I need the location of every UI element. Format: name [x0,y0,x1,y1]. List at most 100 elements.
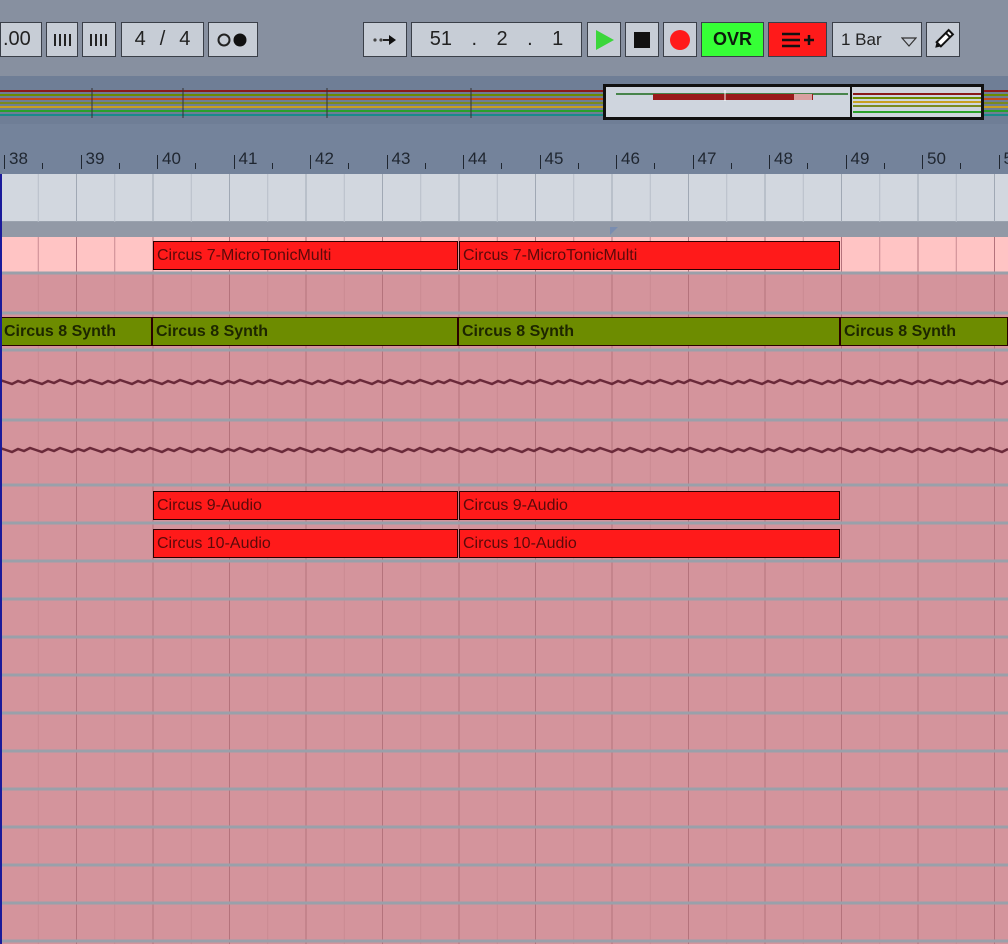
ruler-bar-label: 44 [468,149,487,168]
ruler-half-tick [348,163,350,169]
arrangement-overview[interactable] [0,76,1008,124]
meter-denominator: 4 [179,28,191,50]
session-record-icon [781,32,814,47]
play-icon [596,29,614,50]
draw-mode-icon [935,28,955,48]
quantize-menu[interactable]: 1 Bar [832,22,922,57]
clip[interactable]: Circus 8 Synth [0,317,152,346]
tap-icon [54,33,71,46]
clip-name: Circus 10-Audio [157,535,271,552]
session-record-button[interactable] [768,22,827,57]
ruler-bar-tick [157,155,158,169]
meter-numerator: 4 [134,28,146,50]
clip-name: Circus 9-Audio [157,497,262,514]
quantize-value: 1 Bar [841,29,882,49]
clip[interactable]: Circus 8 Synth [840,317,1008,346]
lane-divider [0,222,1008,237]
ovr-label: OVR [712,29,752,49]
clip[interactable]: Circus 8 Synth [152,317,458,346]
chevron-down-icon [901,37,917,47]
ruler-half-tick [807,163,809,169]
ruler-bar-tick [80,155,82,169]
clip-name: Circus 7-MicroTonicMulti [157,247,332,264]
stop-icon [634,31,650,48]
clip[interactable]: Circus 10-Audio [153,529,458,558]
position-sep: . [527,28,533,50]
follow-icon [373,34,396,45]
ruler-half-tick [118,163,120,169]
overdub-button[interactable]: OVR [701,22,764,57]
clip[interactable]: Circus 9-Audio [459,491,840,520]
clip-name: Circus 8 Synth [844,323,957,340]
position-beat: 2 [496,28,508,50]
draw-mode-button[interactable] [926,22,960,57]
clip-name: Circus 8 Synth [156,323,269,340]
ruler-bar-label: 42 [315,149,334,168]
ruler-half-tick [577,163,579,169]
record-button[interactable] [663,22,697,57]
insert-marker [0,174,2,944]
tap-tempo-button[interactable] [46,22,78,57]
position-sixteenth: 1 [552,28,564,50]
ruler-bar-tick [692,155,694,169]
ruler-bar-label: 39 [85,149,105,168]
ruler-bar-label: 49 [850,149,870,168]
ruler-bar-label: 45 [544,149,564,168]
clip[interactable]: Circus 8 Synth [458,317,840,346]
ruler-bar-label: 46 [621,149,640,168]
ruler-bar-tick [233,155,235,169]
nudge-button[interactable] [82,22,116,57]
ruler-bar-tick [539,155,541,169]
ruler-bar-label: 47 [697,149,717,168]
locator-lane[interactable] [0,174,1008,222]
overview-viewport[interactable] [603,84,984,120]
ruler-half-tick [654,163,656,169]
metronome-button[interactable] [208,22,258,57]
ruler-bar-tick [386,155,388,169]
clip-name: Circus 10-Audio [463,535,577,552]
ruler-half-tick [424,163,426,169]
clip-name: Circus 8 Synth [4,323,117,340]
clip-name: Circus 7-MicroTonicMulti [463,247,638,264]
meter-separator: / [159,28,166,50]
metronome-icon [217,33,247,46]
control-bar: .00 4 / 4 51 . 2 . 1 OVR 1 Bar [0,0,1008,76]
ruler-bar-tick [4,155,5,169]
ruler-half-tick [730,163,732,169]
song-position-field[interactable]: 51 . 2 . 1 [411,22,582,57]
meter-field[interactable]: 4 / 4 [121,22,204,57]
ruler-bar-label: 48 [774,149,793,168]
clip[interactable]: Circus 7-MicroTonicMulti [153,241,458,270]
locator-grid [0,174,995,222]
ruler-bar-tick [998,155,1000,169]
ruler-bar-tick [310,155,311,169]
ruler-bar-tick [845,155,847,169]
tempo-field[interactable]: .00 [0,22,42,57]
ruler-half-tick [960,163,962,169]
ruler-half-tick [42,163,44,169]
record-icon [670,29,690,50]
arrangement-view[interactable]: Circus 7-MicroTonicMulti Circus 7-MicroT… [0,237,1008,944]
ruler-bar-label: 38 [9,149,28,168]
position-sep: . [471,28,478,50]
stop-button[interactable] [625,22,659,57]
play-button[interactable] [587,22,621,57]
tempo-value: .00 [3,28,31,50]
ruler-half-tick [501,163,503,169]
clip[interactable]: Circus 7-MicroTonicMulti [459,241,840,270]
ruler-bar-label: 40 [162,149,181,168]
ruler-half-tick [271,163,273,169]
follow-button[interactable] [363,22,407,57]
ruler-bar-label: 41 [238,149,258,168]
clip[interactable]: Circus 10-Audio [459,529,840,558]
insert-marker-icon [610,227,618,235]
ruler-bar-tick [922,155,923,169]
clip-name: Circus 8 Synth [462,323,575,340]
clip-name: Circus 9-Audio [463,497,568,514]
ruler-half-tick [883,163,885,169]
ruler-bar-label: 43 [391,149,411,168]
ruler-bar-label: 5 [1004,149,1008,169]
ruler-half-tick [195,163,197,169]
clip[interactable]: Circus 9-Audio [153,491,458,520]
nudge-icon [90,33,107,46]
